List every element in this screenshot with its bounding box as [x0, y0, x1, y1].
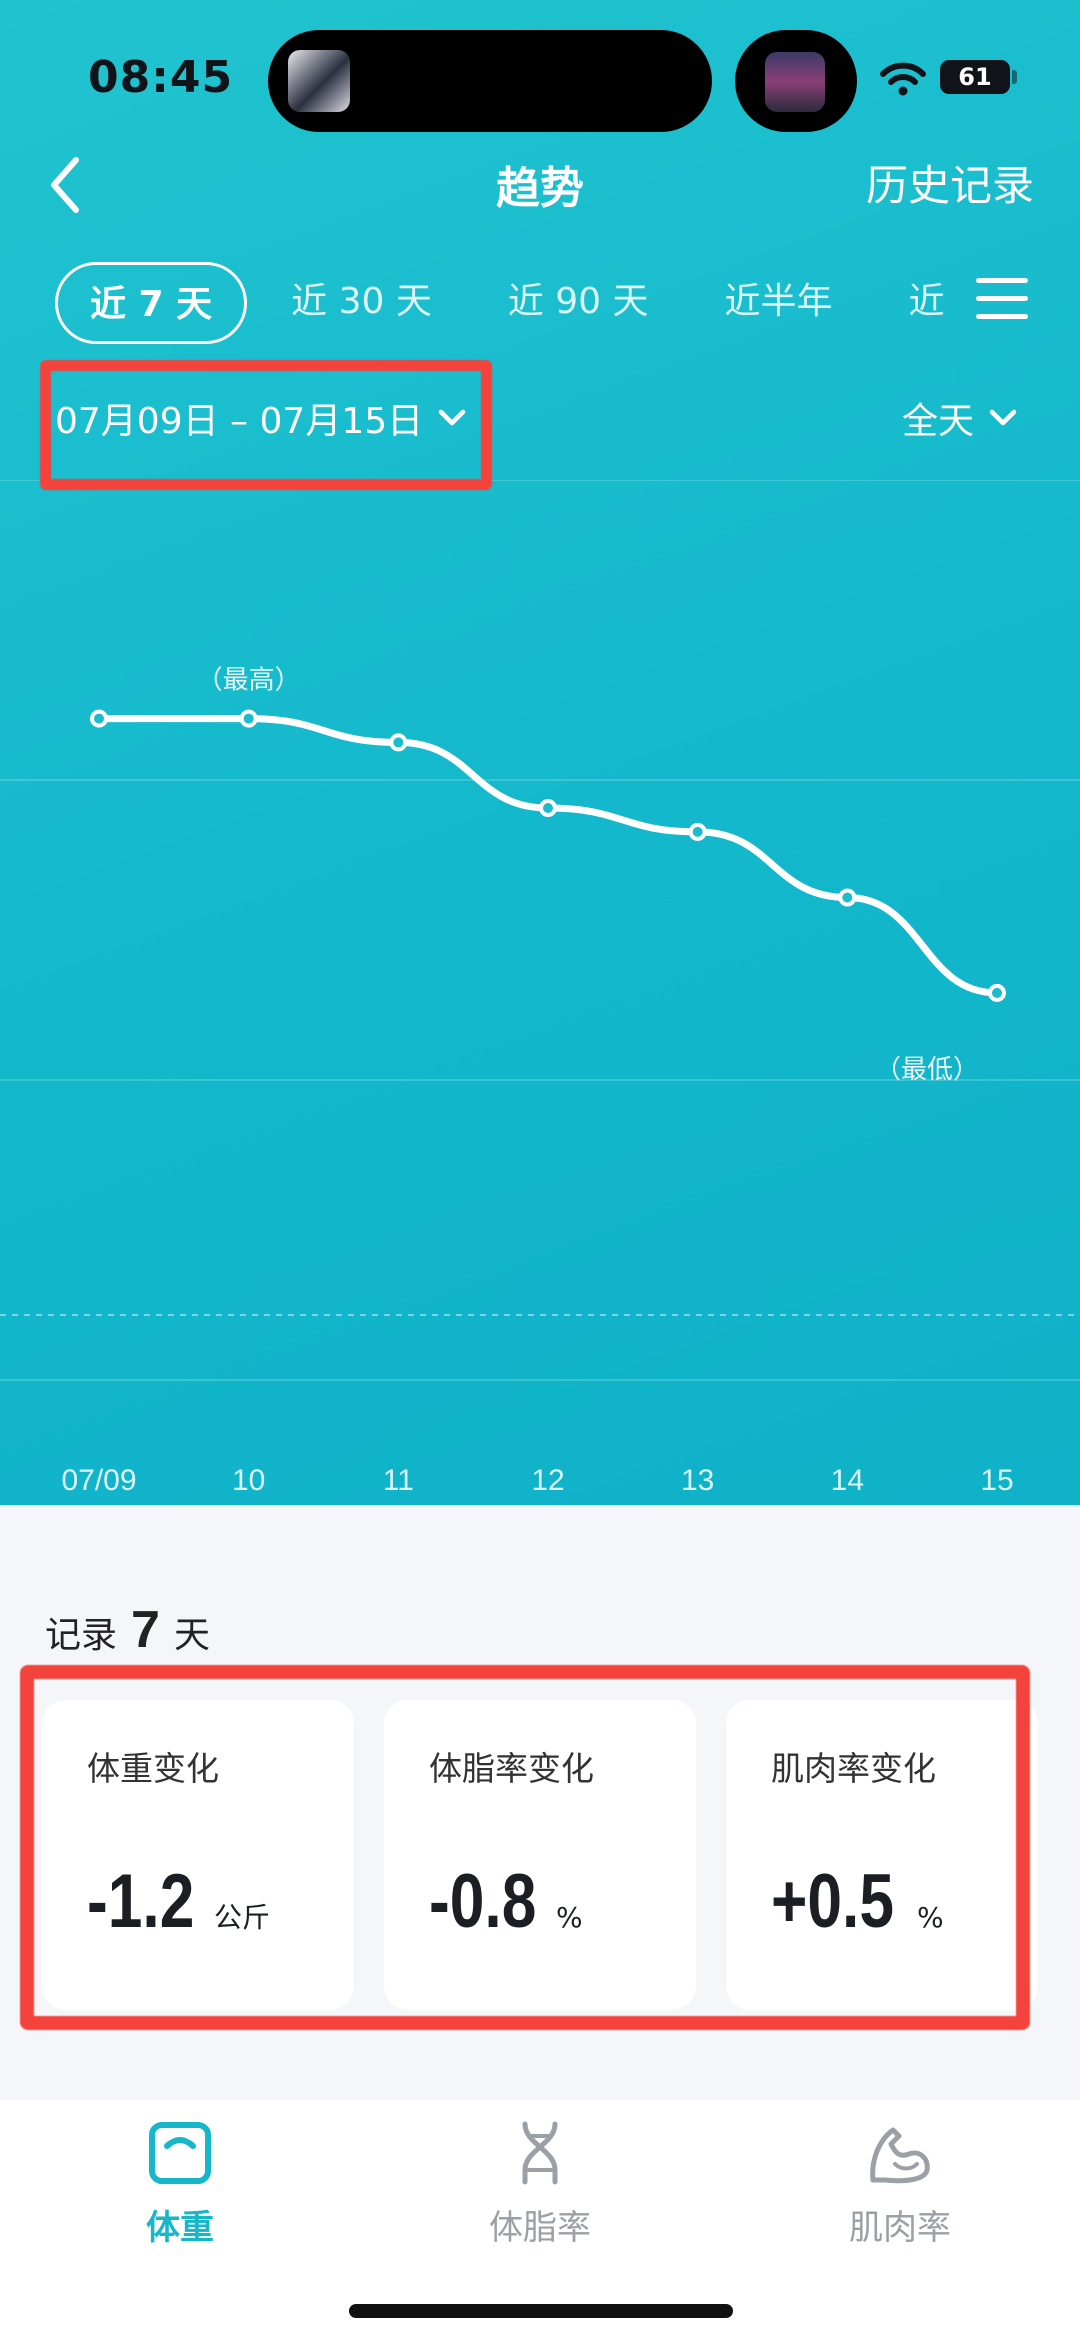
tab-30-days[interactable]: 近 30 天	[259, 262, 464, 344]
dna-icon	[522, 2121, 558, 2185]
weight-change-card[interactable]: 体重变化 -1.2 公斤	[42, 1700, 354, 2010]
date-range-label: 07月09日 – 07月15日	[55, 401, 424, 442]
card-unit: %	[555, 1901, 583, 1934]
data-point	[389, 733, 408, 752]
nav-label: 肌肉率	[849, 2208, 951, 2248]
muscle-change-card[interactable]: 肌肉率变化 +0.5 %	[726, 1700, 1038, 2010]
date-range-selector[interactable]: 07月09日 – 07月15日	[55, 392, 467, 444]
x-tick-label: 11	[383, 1464, 414, 1497]
card-label: 体脂率变化	[429, 1749, 594, 1788]
card-number: +0.5	[771, 1859, 895, 1944]
home-indicator	[349, 2304, 733, 2318]
x-tick-label: 10	[232, 1464, 265, 1497]
records-suffix: 天	[173, 1615, 210, 1656]
nav-body-fat[interactable]: 体脂率	[440, 2120, 640, 2249]
records-summary: 记录 7 天	[45, 1600, 210, 1660]
period-tabs: 近 7 天 近 30 天 近 90 天 近半年 近	[55, 262, 955, 344]
data-point	[688, 822, 707, 841]
status-time: 08:45	[88, 52, 234, 103]
card-number: -0.8	[429, 1859, 537, 1944]
card-value: +0.5 %	[771, 1858, 944, 1945]
wifi-icon	[880, 62, 926, 96]
muscle-arm-icon	[870, 2127, 930, 2184]
nav-muscle[interactable]: 肌肉率	[800, 2120, 1000, 2249]
change-cards: 体重变化 -1.2 公斤 体脂率变化 -0.8 % 肌肉率变化 +0.5 %	[42, 1700, 1038, 2010]
card-number: -1.2	[87, 1859, 195, 1944]
tab-90-days[interactable]: 近 90 天	[476, 262, 681, 344]
data-point	[988, 983, 1006, 1002]
card-unit: %	[917, 1901, 944, 1934]
trend-header-area: 08:45 61 趋势 历史记录 近 7 天 近 30 天 近 90 天 近半年…	[0, 0, 1080, 1505]
series-line	[95, 715, 1001, 997]
weight-trend-chart: （最高） （最低） 07/09 10 11 12 13 14 15	[0, 480, 1080, 1497]
card-label: 肌肉率变化	[771, 1749, 936, 1788]
data-point	[239, 709, 258, 728]
data-point	[539, 799, 557, 818]
period-label: 全天	[901, 401, 974, 442]
battery-icon: 61	[940, 60, 1010, 94]
dynamic-island-activity	[735, 30, 857, 132]
nav-label: 体脂率	[489, 2208, 591, 2248]
body-fat-change-card[interactable]: 体脂率变化 -0.8 %	[384, 1700, 696, 2010]
menu-icon[interactable]	[976, 278, 1028, 324]
tab-truncated[interactable]: 近	[877, 262, 955, 344]
records-prefix: 记录	[45, 1615, 118, 1656]
card-value: -0.8 %	[429, 1858, 583, 1945]
card-label: 体重变化	[87, 1749, 219, 1788]
nav-weight[interactable]: 体重	[80, 2120, 280, 2249]
chevron-down-icon	[989, 409, 1017, 426]
x-tick-label: 15	[980, 1464, 1013, 1497]
point-annotation: （最高）	[197, 666, 301, 696]
battery-level: 61	[958, 63, 992, 91]
x-tick-label: 13	[681, 1464, 714, 1497]
x-tick-label: 12	[531, 1464, 564, 1497]
records-count: 7	[131, 1601, 160, 1659]
x-tick-label: 07/09	[61, 1464, 136, 1497]
battery-cap	[1012, 70, 1017, 84]
chevron-down-icon	[438, 409, 466, 426]
tab-half-year[interactable]: 近半年	[693, 262, 865, 344]
data-point	[90, 709, 108, 728]
x-tick-label: 14	[831, 1464, 864, 1497]
period-selector[interactable]: 全天	[902, 392, 1018, 444]
tab-7-days[interactable]: 近 7 天	[55, 262, 248, 344]
card-unit: 公斤	[213, 1901, 270, 1934]
activity-thumbnail	[765, 52, 825, 112]
card-value: -1.2 公斤	[87, 1858, 270, 1945]
media-thumbnail	[288, 50, 350, 112]
point-annotation: （最低）	[875, 1055, 979, 1085]
data-point	[838, 888, 857, 907]
scale-icon	[149, 2122, 211, 2184]
history-button[interactable]: 历史记录	[866, 152, 1034, 213]
nav-label: 体重	[146, 2208, 214, 2248]
dynamic-island	[268, 30, 712, 132]
